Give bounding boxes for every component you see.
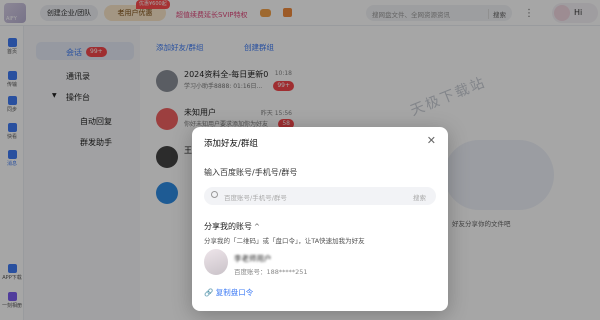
input-placeholder: 百度账号/手机号/群号 (224, 194, 287, 202)
chevron-up-icon: ^ (254, 223, 260, 231)
avatar (204, 249, 228, 275)
copy-label: 复制盘口令 (215, 288, 254, 297)
user-account-id: 百度账号：188*****251 (234, 268, 308, 276)
dialog-title: 添加好友/群组 (204, 139, 258, 149)
dialog-search-button[interactable]: 搜索 (413, 192, 426, 202)
search-icon (211, 191, 218, 198)
share-title: 分享我的账号 (204, 222, 252, 231)
copy-link-button[interactable]: 🔗 复制盘口令 (204, 287, 253, 298)
share-description: 分享我的「二维码」或「盘口令」，让TA快速加我为好友 (204, 237, 365, 245)
add-friend-dialog: 添加好友/群组 ✕ 输入百度账号/手机号/群号 百度账号/手机号/群号 搜索 分… (192, 127, 448, 311)
account-search-input[interactable]: 百度账号/手机号/群号 搜索 (204, 187, 436, 205)
user-name: 李老师用户 (234, 254, 272, 263)
share-account-toggle[interactable]: 分享我的账号 ^ (204, 221, 260, 232)
input-label: 输入百度账号/手机号/群号 (204, 168, 298, 177)
close-icon[interactable]: ✕ (427, 134, 436, 147)
